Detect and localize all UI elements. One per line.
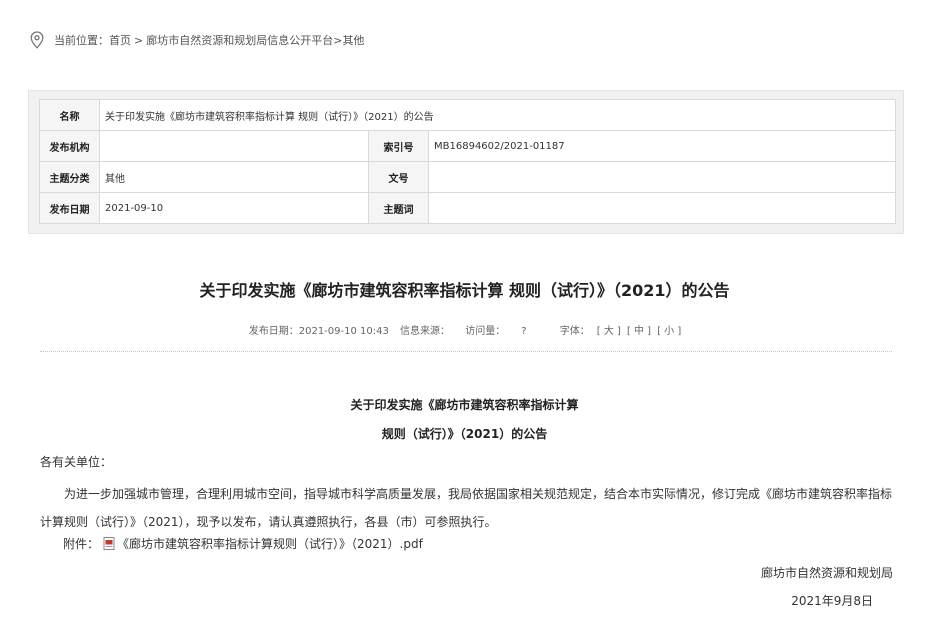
breadcrumb-separator: >: [333, 33, 343, 47]
divider: [40, 351, 892, 352]
table-row: 主题分类 其他 文号: [39, 161, 897, 193]
date-value: 2021-09-10: [99, 192, 369, 224]
document-info-table: 名称 关于印发实施《廊坊市建筑容积率指标计算 规则（试行）》（2021）的公告 …: [39, 99, 897, 224]
breadcrumb: 当前位置： 首页 > 廊坊市自然资源和规划局信息公开平台 > 其他: [30, 30, 364, 50]
index-label: 索引号: [368, 130, 429, 162]
topic-value: 其他: [99, 161, 369, 193]
sign-date: 2021年9月8日: [791, 594, 873, 608]
table-row: 名称 关于印发实施《廊坊市建筑容积率指标计算 规则（试行）》（2021）的公告: [39, 99, 897, 131]
article-subtitle-line2: 规则（试行）》（2021）的公告: [381, 427, 548, 441]
topic-label: 主题分类: [39, 161, 100, 193]
publish-time: 发布日期：2021-09-10 10:43: [248, 326, 389, 337]
index-value: MB16894602/2021-01187: [427, 130, 897, 162]
keywords-label: 主题词: [368, 192, 429, 224]
docno-label: 文号: [368, 161, 429, 193]
docno-value: [427, 161, 897, 193]
attachment-label: 附件：: [63, 537, 100, 551]
publisher-label: 发布机构: [39, 130, 100, 162]
breadcrumb-prefix: 当前位置：: [54, 34, 109, 47]
name-value: 关于印发实施《廊坊市建筑容积率指标计算 规则（试行）》（2021）的公告: [98, 99, 897, 131]
date-label: 发布日期: [39, 192, 100, 224]
view-count-text: 访问量：: [465, 326, 506, 337]
document-info-panel: 名称 关于印发实施《廊坊市建筑容积率指标计算 规则（试行）》（2021）的公告 …: [28, 90, 904, 234]
attachment-pdf-link[interactable]: 《廊坊市建筑容积率指标计算规则（试行）》（2021）.pdf: [117, 535, 423, 552]
body-paragraph: 为进一步加强城市管理，合理利用城市空间，指导城市科学高质量发展，我局依据国家相关…: [40, 487, 893, 529]
breadcrumb-platform-link[interactable]: 廊坊市自然资源和规划局信息公开平台: [146, 32, 333, 48]
keywords-value: [427, 192, 897, 224]
signature: 廊坊市自然资源和规划局: [760, 566, 893, 580]
font-size-label: 字体：: [559, 326, 590, 337]
name-label: 名称: [39, 99, 100, 131]
breadcrumb-home-link[interactable]: 首页: [109, 32, 131, 48]
table-row: 发布日期 2021-09-10 主题词: [39, 192, 897, 224]
location-pin-icon: [30, 31, 44, 49]
attachment-row: 附件： 《廊坊市建筑容积率指标计算规则（试行）》（2021）.pdf: [63, 535, 423, 552]
table-row: 发布机构 索引号 MB16894602/2021-01187: [39, 130, 897, 162]
breadcrumb-separator: >: [134, 33, 144, 47]
breadcrumb-category-link[interactable]: 其他: [342, 32, 364, 48]
article-subtitle-line1: 关于印发实施《廊坊市建筑容积率指标计算: [350, 398, 579, 412]
font-size-large-button[interactable]: [ 大 ]: [597, 326, 621, 337]
article-title: 关于印发实施《廊坊市建筑容积率指标计算 规则（试行）》（2021）的公告: [199, 281, 730, 300]
view-count-value: ?: [521, 326, 527, 337]
info-source: 信息来源：: [400, 326, 451, 337]
font-size-small-button[interactable]: [ 小 ]: [657, 326, 681, 337]
article-meta-line: 发布日期：2021-09-10 10:43 信息来源： 访问量：? 字体： [ 大…: [0, 322, 929, 337]
view-count-label: 访问量：?: [461, 326, 530, 337]
greeting: 各有关单位：: [40, 455, 113, 469]
font-size-medium-button[interactable]: [ 中 ]: [627, 326, 651, 337]
pdf-file-icon: [103, 537, 115, 550]
publisher-value: [99, 130, 369, 162]
